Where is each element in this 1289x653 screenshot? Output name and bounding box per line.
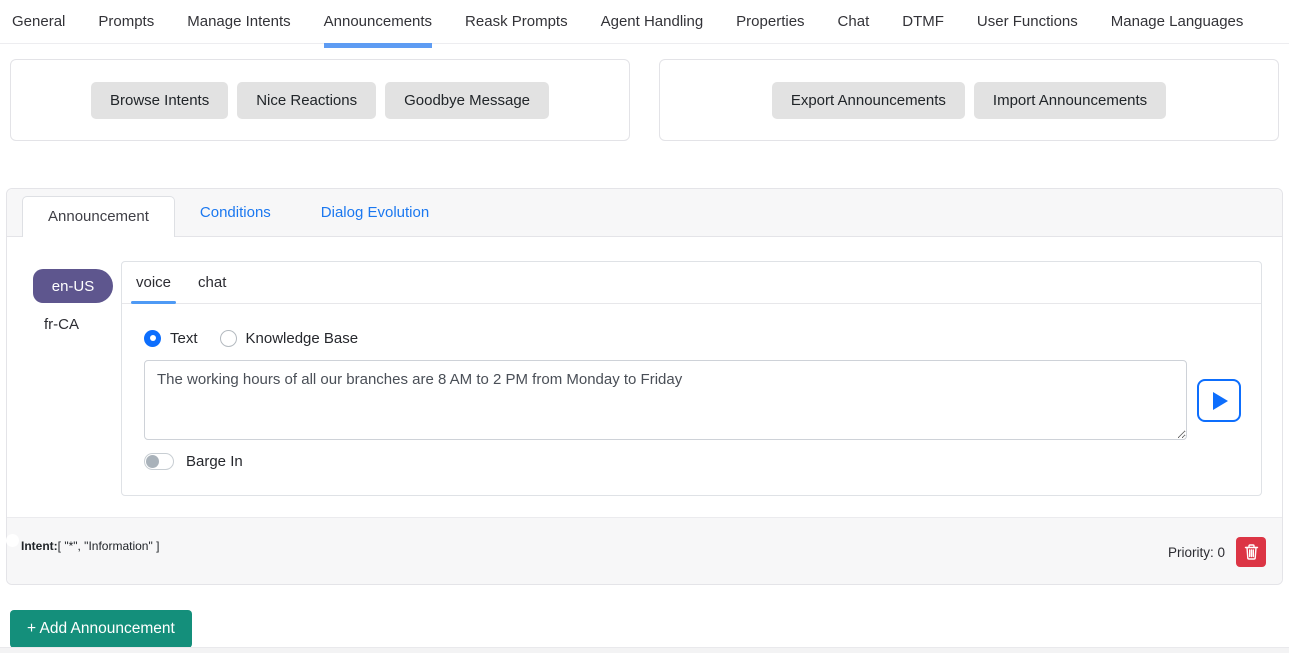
source-radio-group: Text Knowledge Base bbox=[144, 328, 1241, 348]
nav-tab-properties[interactable]: Properties bbox=[736, 0, 804, 43]
tab-dialog-evolution[interactable]: Dialog Evolution bbox=[296, 194, 454, 231]
top-nav: General Prompts Manage Intents Announcem… bbox=[0, 0, 1289, 44]
announcement-card-body: en-US fr-CA voice chat Text Knowledge Ba… bbox=[7, 237, 1282, 517]
nav-tab-user-functions[interactable]: User Functions bbox=[977, 0, 1078, 43]
footer-right: Priority: 0 bbox=[1168, 537, 1266, 567]
tab-announcement[interactable]: Announcement bbox=[22, 196, 175, 237]
barge-in-toggle[interactable] bbox=[144, 453, 174, 470]
import-export-panel: Export Announcements Import Announcement… bbox=[659, 59, 1279, 141]
barge-in-label: Barge In bbox=[186, 453, 243, 470]
text-radio[interactable] bbox=[144, 330, 161, 347]
intent-label: Intent: bbox=[21, 539, 58, 553]
import-announcements-button[interactable]: Import Announcements bbox=[974, 82, 1166, 119]
voice-tab-content: Text Knowledge Base The working hours of… bbox=[122, 304, 1261, 470]
next-section-edge bbox=[0, 647, 1289, 653]
action-panels-row: Browse Intents Nice Reactions Goodbye Me… bbox=[10, 59, 1279, 141]
barge-in-row: Barge In bbox=[144, 453, 1241, 470]
play-icon bbox=[1213, 392, 1228, 410]
nav-tab-manage-intents[interactable]: Manage Intents bbox=[187, 0, 290, 43]
knowledge-base-radio[interactable] bbox=[220, 330, 237, 347]
delete-announcement-button[interactable] bbox=[1236, 537, 1266, 567]
channel-tab-chat[interactable]: chat bbox=[198, 262, 226, 303]
nav-tab-general[interactable]: General bbox=[12, 0, 65, 43]
announcement-card-tabs: Announcement Conditions Dialog Evolution bbox=[7, 189, 1282, 237]
announcement-card: Announcement Conditions Dialog Evolution… bbox=[6, 188, 1283, 585]
nav-tab-reask-prompts[interactable]: Reask Prompts bbox=[465, 0, 568, 43]
language-tab-en-us[interactable]: en-US bbox=[33, 269, 113, 303]
footer-left: Intent:[ "*", "Information" ] bbox=[21, 532, 159, 553]
nav-tab-chat[interactable]: Chat bbox=[838, 0, 870, 43]
intent-summary: Intent:[ "*", "Information" ] bbox=[21, 539, 159, 553]
nav-tab-prompts[interactable]: Prompts bbox=[98, 0, 154, 43]
add-announcement-button[interactable]: + Add Announcement bbox=[10, 610, 192, 648]
language-tab-fr-ca[interactable]: fr-CA bbox=[27, 316, 121, 333]
channel-panel: voice chat Text Knowledge Base The worki… bbox=[121, 261, 1262, 496]
browse-intents-button[interactable]: Browse Intents bbox=[91, 82, 228, 119]
channel-tabs: voice chat bbox=[122, 262, 1261, 304]
announcement-text-row: The working hours of all our branches ar… bbox=[144, 360, 1241, 440]
intent-value: [ "*", "Information" ] bbox=[58, 539, 160, 553]
priority-label: Priority: 0 bbox=[1168, 545, 1225, 560]
channel-tab-voice[interactable]: voice bbox=[136, 262, 171, 303]
nav-tab-manage-languages[interactable]: Manage Languages bbox=[1111, 0, 1244, 43]
knowledge-base-radio-label: Knowledge Base bbox=[246, 330, 359, 347]
intent-actions-panel: Browse Intents Nice Reactions Goodbye Me… bbox=[10, 59, 630, 141]
toggle-knob-icon bbox=[146, 455, 159, 468]
goodbye-message-button[interactable]: Goodbye Message bbox=[385, 82, 549, 119]
play-announcement-button[interactable] bbox=[1197, 379, 1241, 422]
language-tabs: en-US fr-CA bbox=[27, 261, 121, 496]
nav-tab-agent-handling[interactable]: Agent Handling bbox=[601, 0, 704, 43]
announcement-text-input[interactable]: The working hours of all our branches ar… bbox=[144, 360, 1187, 440]
nice-reactions-button[interactable]: Nice Reactions bbox=[237, 82, 376, 119]
announcement-card-footer: Intent:[ "*", "Information" ] Priority: … bbox=[7, 517, 1282, 584]
tab-conditions[interactable]: Conditions bbox=[175, 194, 296, 231]
toggle-knob-icon bbox=[6, 534, 19, 547]
trash-icon bbox=[1244, 544, 1259, 560]
nav-tab-announcements[interactable]: Announcements bbox=[324, 0, 432, 43]
export-announcements-button[interactable]: Export Announcements bbox=[772, 82, 965, 119]
nav-tab-dtmf[interactable]: DTMF bbox=[902, 0, 944, 43]
text-radio-label: Text bbox=[170, 330, 198, 347]
